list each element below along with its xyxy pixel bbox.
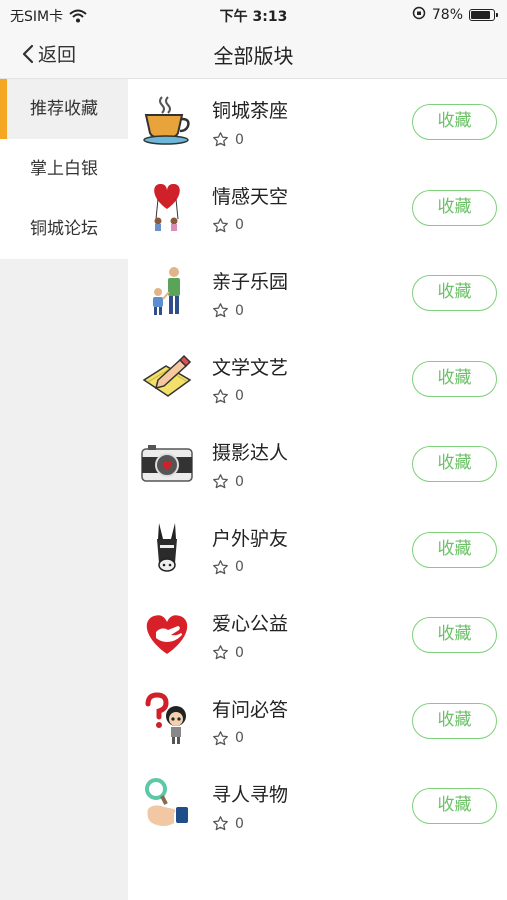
star-icon (213, 730, 228, 745)
navigation-bar: 返回 全部版块 (0, 30, 507, 79)
favorite-count: 0 (212, 815, 244, 832)
favorite-count: 0 (212, 644, 244, 661)
orientation-lock-icon (412, 6, 426, 24)
camera-icon (141, 445, 193, 482)
star-icon (213, 474, 228, 489)
favorite-button[interactable]: 收藏 (412, 788, 497, 824)
board-title: 情感天空 (212, 185, 289, 208)
list-item: 亲子乐园 0 收藏 (128, 250, 507, 336)
favorite-count-value: 0 (235, 730, 244, 746)
status-bar: 无SIM卡 下午 3:13 78% (0, 0, 507, 30)
list-item: 寻人寻物 0 收藏 (128, 763, 507, 849)
favorite-button[interactable]: 收藏 (412, 360, 497, 397)
favorite-button[interactable]: 收藏 (412, 275, 497, 311)
star-icon (213, 217, 228, 232)
favorite-button[interactable]: 收藏 (412, 531, 497, 568)
favorite-count: 0 (212, 302, 244, 319)
board-title: 文学文艺 (212, 356, 289, 379)
favorite-button[interactable]: 收藏 (412, 446, 497, 482)
board-title: 亲子乐园 (212, 271, 289, 293)
list-item: 爱心公益 0 收藏 (128, 592, 507, 678)
favorite-count: 0 (212, 473, 244, 490)
category-sidebar: 推荐收藏 掌上白银 铜城论坛 (0, 79, 128, 900)
magnifier-hand-icon (145, 778, 188, 826)
battery-percent: 78% (431, 7, 463, 23)
board-title: 爱心公益 (212, 613, 289, 635)
board-title: 摄影达人 (212, 442, 289, 464)
favorite-count: 0 (212, 217, 244, 234)
charity-heart-icon (146, 615, 188, 654)
list-item: 有问必答 0 收藏 (128, 678, 507, 764)
list-item: 铜城茶座 0 收藏 (128, 79, 507, 165)
sidebar-item-tongcheng-forum[interactable]: 铜城论坛 (0, 199, 128, 259)
parent-child-icon (153, 267, 180, 315)
star-icon (213, 559, 228, 574)
favorite-button[interactable]: 收藏 (412, 189, 497, 226)
favorite-count: 0 (212, 131, 244, 148)
favorite-count: 0 (212, 559, 244, 576)
favorite-count-value: 0 (235, 644, 244, 661)
list-item: 情感天空 0 收藏 (128, 165, 507, 251)
donkey-icon (157, 522, 177, 572)
question-girl-icon (145, 691, 186, 744)
sidebar-item-baiyin[interactable]: 掌上白银 (0, 139, 128, 199)
favorite-count: 0 (212, 730, 244, 747)
favorite-count-value: 0 (235, 302, 244, 319)
star-icon (213, 132, 228, 147)
board-title: 有问必答 (212, 698, 289, 721)
favorite-count-value: 0 (235, 559, 244, 575)
status-right: 78% (412, 6, 498, 24)
star-icon (213, 645, 228, 660)
favorite-count-value: 0 (235, 217, 244, 233)
tea-cup-icon (143, 96, 190, 145)
board-title: 寻人寻物 (212, 784, 289, 806)
favorite-button[interactable]: 收藏 (412, 617, 497, 653)
page-title: 全部版块 (213, 44, 294, 68)
list-item: 摄影达人 0 收藏 (128, 421, 507, 507)
pencil-paper-icon (142, 354, 192, 397)
favorite-button[interactable]: 收藏 (412, 104, 497, 140)
favorite-count-value: 0 (235, 473, 244, 490)
board-list: 铜城茶座 0 收藏 情感天空 0 收藏 亲子乐园 0 收藏 文学文艺 0 收藏 … (128, 79, 507, 849)
list-item: 文学文艺 0 收藏 (128, 336, 507, 422)
favorite-button[interactable]: 收藏 (412, 702, 497, 739)
star-icon (213, 303, 228, 318)
favorite-count-value: 0 (235, 131, 244, 148)
star-icon (213, 388, 228, 403)
board-title: 铜城茶座 (212, 100, 289, 122)
star-icon (213, 816, 228, 831)
list-item: 户外驴友 0 收藏 (128, 507, 507, 593)
heart-balloon-icon (154, 183, 180, 231)
favorite-count: 0 (212, 388, 244, 405)
favorite-count-value: 0 (235, 815, 244, 832)
favorite-count-value: 0 (235, 388, 244, 404)
sidebar-item-recommended[interactable]: 推荐收藏 (0, 79, 128, 139)
board-title: 户外驴友 (212, 527, 289, 550)
battery-icon (469, 9, 498, 21)
